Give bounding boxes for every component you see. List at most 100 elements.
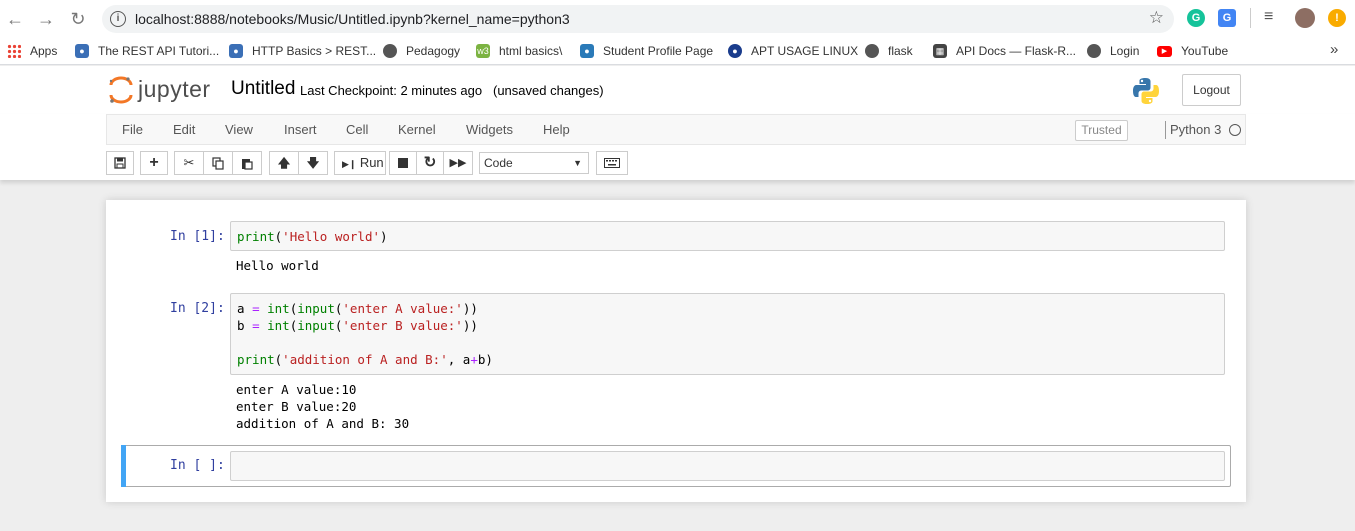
bookmark-favicon-icon: ▦ xyxy=(933,44,947,58)
grammarly-extension-icon[interactable]: G xyxy=(1187,9,1205,27)
save-button[interactable] xyxy=(106,151,134,175)
bookmark-api-docs[interactable]: ▦ API Docs — Flask-R... xyxy=(933,42,1076,60)
notebook-name[interactable]: Untitled xyxy=(231,78,295,100)
bookmark-star-icon[interactable]: ☆ xyxy=(1149,8,1164,28)
menu-file[interactable]: File xyxy=(122,122,143,137)
paste-cells-button[interactable] xyxy=(232,151,262,175)
bookmark-apps[interactable]: Apps xyxy=(7,42,57,60)
scissors-icon: ✂ xyxy=(183,155,195,170)
menu-insert[interactable]: Insert xyxy=(284,122,317,137)
cell-2-code-input[interactable]: a = int(input('enter A value:')) b = int… xyxy=(230,293,1225,375)
jupyter-logo[interactable]: jupyter xyxy=(108,74,218,106)
globe-icon xyxy=(383,44,397,58)
bookmark-http-basics[interactable]: ● HTTP Basics > REST... xyxy=(229,42,376,60)
menu-kernel[interactable]: Kernel xyxy=(398,122,436,137)
bookmark-favicon-icon: ● xyxy=(728,44,742,58)
stop-icon xyxy=(398,158,408,168)
chevron-down-icon: ▼ xyxy=(573,158,582,168)
cell-1-input-prompt: In [1]: xyxy=(170,229,225,244)
cell-2-output: enter A value:10 enter B value:20 additi… xyxy=(236,382,410,431)
bookmarks-bar: Apps ● The REST API Tutori... ● HTTP Bas… xyxy=(0,37,1355,65)
reload-icon[interactable]: ↻ xyxy=(68,9,88,29)
cell-2-input-prompt: In [2]: xyxy=(170,301,225,316)
url-text[interactable]: localhost:8888/notebooks/Music/Untitled.… xyxy=(135,11,570,27)
bookmark-label: APT USAGE LINUX xyxy=(751,44,859,58)
apps-grid-icon xyxy=(7,44,21,58)
bookmark-label: Student Profile Page xyxy=(603,44,714,58)
menu-edit[interactable]: Edit xyxy=(173,122,195,137)
checkpoint-status: Last Checkpoint: 2 minutes ago xyxy=(300,83,483,98)
bookmark-rest-api-tutorial[interactable]: ● The REST API Tutori... xyxy=(75,42,219,60)
bookmark-label: Pedagogy xyxy=(406,44,461,58)
cell-type-select[interactable]: Code ▼ xyxy=(479,152,589,174)
kernel-idle-indicator-icon xyxy=(1229,124,1241,136)
bookmark-flask[interactable]: flask xyxy=(865,42,913,60)
selected-cell-indicator xyxy=(121,445,126,487)
step-forward-icon: ▶❙ xyxy=(342,159,357,169)
cell-1-code-input[interactable]: print('Hello world') xyxy=(230,221,1225,251)
bookmark-label: API Docs — Flask-R... xyxy=(956,44,1077,58)
bookmark-label: HTTP Basics > REST... xyxy=(252,44,377,58)
bookmark-youtube[interactable]: ▶ YouTube xyxy=(1157,42,1228,60)
back-arrow-icon[interactable]: ← xyxy=(5,9,25,29)
bookmark-label: flask xyxy=(888,44,913,58)
run-button[interactable]: ▶❙ Run xyxy=(334,151,386,175)
interrupt-kernel-button[interactable] xyxy=(389,151,417,175)
restart-kernel-button[interactable]: ↻ xyxy=(416,151,444,175)
move-cell-up-button[interactable]: 🡅 xyxy=(269,151,299,175)
copy-icon xyxy=(212,157,224,170)
address-bar[interactable]: i localhost:8888/notebooks/Music/Untitle… xyxy=(102,5,1174,33)
plus-icon: + xyxy=(149,154,159,171)
cell-3-input-prompt: In [ ]: xyxy=(170,458,225,473)
bookmark-apt-usage-linux[interactable]: ● APT USAGE LINUX xyxy=(728,42,858,60)
bookmark-label: Apps xyxy=(30,44,58,58)
move-cell-down-button[interactable]: 🡇 xyxy=(298,151,328,175)
youtube-icon: ▶ xyxy=(1157,45,1172,57)
cell-1-output: Hello world xyxy=(236,258,319,273)
profile-avatar[interactable] xyxy=(1295,8,1315,28)
jupyter-logo-icon xyxy=(109,76,133,104)
update-alert-icon[interactable]: ! xyxy=(1328,9,1346,27)
toolbar-divider xyxy=(1250,8,1251,28)
kernel-name[interactable]: Python 3 xyxy=(1170,122,1221,137)
bookmark-label: Login xyxy=(1110,44,1140,58)
bookmark-html-basics[interactable]: w3 html basics\ xyxy=(476,42,562,60)
menubar: File Edit View Insert Cell Kernel Widget… xyxy=(106,114,1246,145)
restart-run-all-button[interactable]: ▶▶ xyxy=(443,151,473,175)
reading-list-icon[interactable]: ≡ xyxy=(1264,8,1273,26)
bookmark-favicon-icon: ● xyxy=(580,44,594,58)
insert-cell-button[interactable]: + xyxy=(140,151,168,175)
fast-forward-icon: ▶▶ xyxy=(449,157,467,169)
run-label: Run xyxy=(359,155,384,170)
menu-help[interactable]: Help xyxy=(543,122,570,137)
bookmark-login[interactable]: Login xyxy=(1087,42,1139,60)
forward-arrow-icon[interactable]: → xyxy=(36,9,56,29)
menu-widgets[interactable]: Widgets xyxy=(466,122,513,137)
menu-cell[interactable]: Cell xyxy=(346,122,368,137)
info-icon[interactable]: i xyxy=(110,11,126,27)
copy-cells-button[interactable] xyxy=(203,151,233,175)
bookmark-pedagogy[interactable]: Pedagogy xyxy=(383,42,460,60)
autosave-status: (unsaved changes) xyxy=(493,83,604,98)
logout-button[interactable]: Logout xyxy=(1182,74,1241,106)
cell-3-code-input[interactable] xyxy=(230,451,1225,481)
more-bookmarks-button[interactable]: » xyxy=(1330,41,1338,58)
arrow-up-icon: 🡅 xyxy=(277,156,291,170)
bookmark-student-profile[interactable]: ● Student Profile Page xyxy=(580,42,713,60)
browser-address-row: ← → ↻ i localhost:8888/notebooks/Music/U… xyxy=(0,0,1355,37)
notebook-header-area: File Edit View Insert Cell Kernel Widget… xyxy=(0,114,1355,180)
jupyter-header: jupyter Untitled Last Checkpoint: 2 minu… xyxy=(0,66,1355,114)
bookmark-label: The REST API Tutori... xyxy=(98,44,220,58)
keyboard-icon xyxy=(604,158,620,168)
kernel-divider xyxy=(1165,121,1166,139)
notebook-toolbar: + ✂ 🡅 🡇 ▶❙ Run ↻ ▶▶ Code ▼ xyxy=(106,150,646,176)
translate-extension-icon[interactable]: G xyxy=(1218,9,1236,27)
globe-icon xyxy=(865,44,879,58)
command-palette-button[interactable] xyxy=(596,151,628,175)
python-logo-icon xyxy=(1133,78,1159,104)
save-icon xyxy=(114,157,126,169)
bookmark-favicon-icon: w3 xyxy=(476,44,490,58)
menu-view[interactable]: View xyxy=(225,122,253,137)
trusted-notebook-badge[interactable]: Trusted xyxy=(1075,120,1128,141)
cut-cells-button[interactable]: ✂ xyxy=(174,151,204,175)
